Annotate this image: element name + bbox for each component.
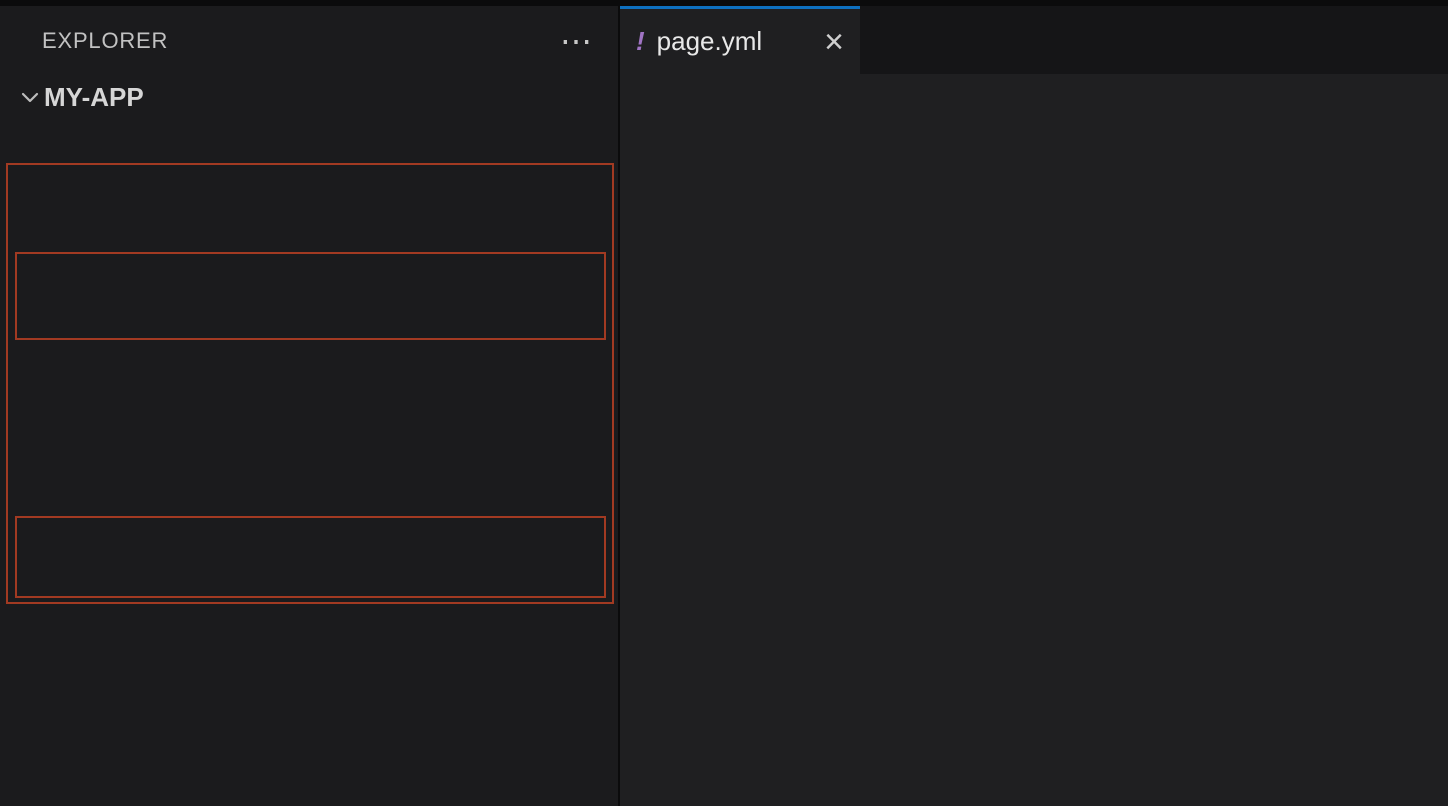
tree-item-label: MY-APP	[44, 75, 144, 119]
chevron-down-icon[interactable]	[14, 75, 46, 119]
editor-pane: ! page.yml ×	[620, 6, 1448, 806]
tab-page-yml[interactable]: ! page.yml ×	[620, 6, 860, 74]
breadcrumb	[620, 74, 1448, 119]
more-actions-icon[interactable]: ⋯	[560, 31, 592, 51]
close-icon[interactable]: ×	[824, 25, 844, 59]
tree-item-my-app[interactable]: MY-APP	[0, 75, 618, 119]
vscode-window: EXPLORER ⋯ MY-APP ! page.yml ×	[0, 0, 1448, 806]
file-tree: MY-APP	[0, 75, 618, 119]
yaml-icon: !	[636, 26, 645, 57]
explorer-title: EXPLORER	[42, 28, 168, 54]
explorer-header: EXPLORER ⋯	[0, 6, 618, 75]
explorer-sidebar: EXPLORER ⋯ MY-APP	[0, 6, 618, 806]
tab-bar: ! page.yml ×	[620, 6, 1448, 74]
tab-label: page.yml	[657, 26, 763, 57]
